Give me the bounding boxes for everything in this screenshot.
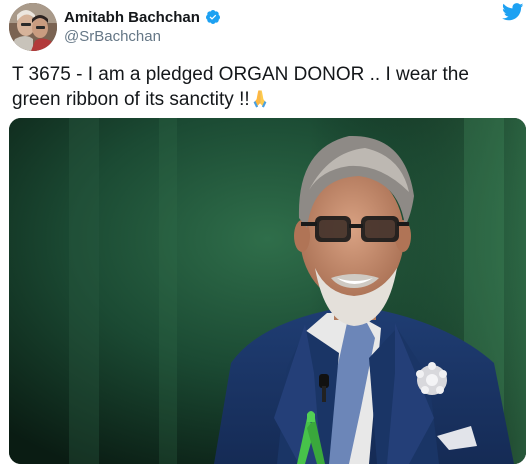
verified-badge-icon bbox=[205, 9, 221, 25]
tweet-card: Amitabh Bachchan @SrBachchan T 3675 - I … bbox=[0, 0, 531, 470]
avatar-image bbox=[9, 3, 57, 51]
avatar[interactable] bbox=[9, 3, 57, 51]
display-name-row: Amitabh Bachchan bbox=[64, 7, 221, 27]
tweet-photo[interactable] bbox=[9, 118, 526, 464]
user-handle[interactable]: @SrBachchan bbox=[64, 28, 161, 45]
display-name[interactable]: Amitabh Bachchan bbox=[64, 9, 200, 26]
tweet-text-body: T 3675 - I am a pledged ORGAN DONOR .. I… bbox=[12, 64, 469, 110]
tweet-photo-image bbox=[9, 118, 526, 464]
tweet-text: T 3675 - I am a pledged ORGAN DONOR .. I… bbox=[12, 62, 522, 112]
folded-hands-emoji-icon bbox=[250, 88, 270, 108]
twitter-bird-icon[interactable] bbox=[502, 3, 524, 21]
